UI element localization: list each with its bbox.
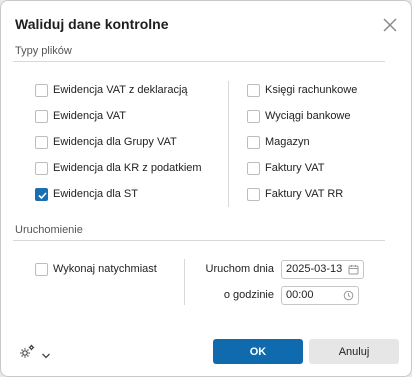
file-types-column-divider — [228, 81, 229, 207]
launch-divider — [13, 240, 385, 241]
checkbox-label: Ewidencja dla ST — [53, 188, 138, 200]
checkbox[interactable] — [35, 162, 48, 175]
launch-section-label: Uruchomienie — [15, 224, 83, 236]
run-date-field[interactable]: 2025-03-13 — [281, 260, 364, 279]
time-field[interactable]: 00:00 — [281, 286, 359, 305]
checkbox[interactable] — [35, 110, 48, 123]
checkbox-label: Ewidencja VAT — [53, 110, 126, 122]
chevron-down-icon[interactable] — [41, 347, 51, 365]
checkbox-label: Księgi rachunkowe — [265, 84, 358, 96]
checkbox-label: Ewidencja VAT z deklaracją — [53, 84, 188, 96]
validate-dialog: Waliduj dane kontrolne Typy plików Ewide… — [0, 0, 412, 377]
checkbox-checked[interactable] — [35, 188, 48, 201]
checkbox-label: Ewidencja dla Grupy VAT — [53, 136, 177, 148]
checkbox-label: Magazyn — [265, 136, 310, 148]
run-date-value: 2025-03-13 — [286, 263, 343, 275]
checkbox[interactable] — [247, 110, 260, 123]
checkmark-icon — [38, 192, 47, 200]
ok-button[interactable]: OK — [213, 339, 303, 364]
checkbox[interactable] — [247, 188, 260, 201]
checkbox-label: Faktury VAT RR — [265, 188, 344, 200]
run-date-label: Uruchom dnia — [205, 263, 274, 275]
file-types-divider — [13, 61, 385, 62]
time-label: o godzinie — [223, 289, 274, 301]
close-icon[interactable] — [379, 14, 401, 36]
run-now-label: Wykonaj natychmiast — [53, 263, 157, 275]
file-types-section-label: Typy plików — [15, 45, 72, 57]
checkbox[interactable] — [247, 162, 260, 175]
gear-icon[interactable] — [18, 343, 36, 366]
checkbox-label: Wyciągi bankowe — [265, 110, 351, 122]
checkbox[interactable] — [247, 136, 260, 149]
checkbox-label: Faktury VAT — [265, 162, 325, 174]
checkbox-label: Ewidencja dla KR z podatkiem — [53, 162, 202, 174]
calendar-icon[interactable] — [348, 264, 359, 275]
cancel-button[interactable]: Anuluj — [309, 339, 399, 364]
clock-icon[interactable] — [343, 290, 354, 301]
time-value: 00:00 — [286, 289, 314, 301]
launch-column-divider — [184, 259, 185, 305]
run-now-checkbox[interactable] — [35, 263, 48, 276]
checkbox[interactable] — [35, 84, 48, 97]
checkbox[interactable] — [247, 84, 260, 97]
checkbox[interactable] — [35, 136, 48, 149]
dialog-title: Waliduj dane kontrolne — [15, 16, 169, 32]
